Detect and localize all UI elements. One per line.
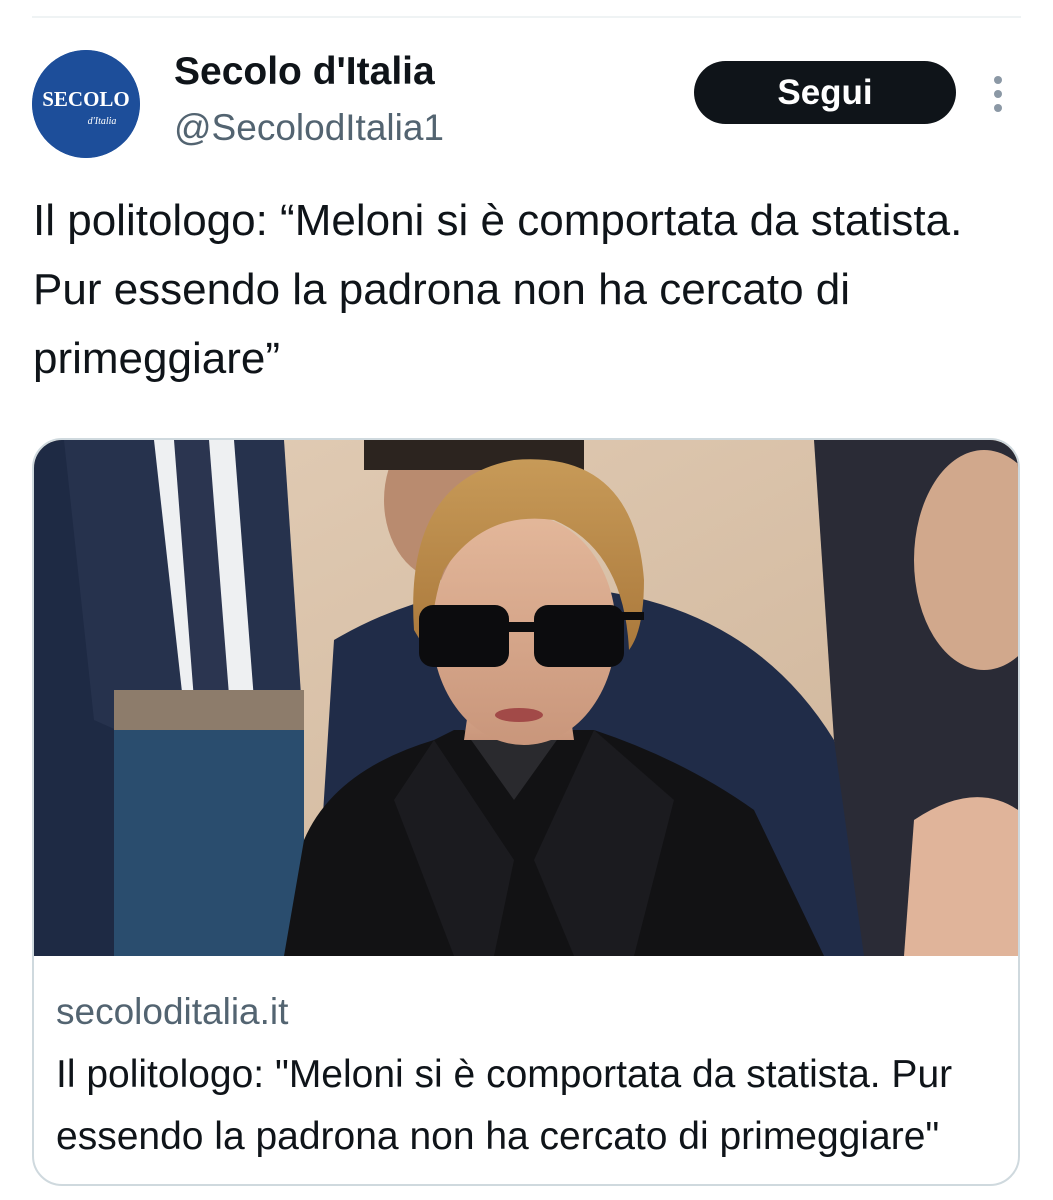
svg-text:SECOLO: SECOLO	[42, 87, 130, 111]
avatar[interactable]: SECOLO d'Italia	[32, 50, 140, 158]
secolo-logo: SECOLO d'Italia	[32, 50, 140, 158]
tweet-view: SECOLO d'Italia Secolo d'Italia @Secolod…	[0, 0, 1053, 1200]
follow-button[interactable]: Segui	[694, 61, 956, 124]
news-photo	[34, 440, 1018, 956]
card-body: secoloditalia.it Il politologo: "Meloni …	[56, 988, 996, 1168]
author-info: Secolo d'Italia @SecolodItalia1	[174, 46, 444, 154]
svg-text:d'Italia: d'Italia	[88, 116, 117, 127]
tweet-text: Il politologo: “Meloni si è comportata d…	[33, 196, 963, 383]
card-title: Il politologo: "Meloni si è comportata d…	[56, 1053, 953, 1158]
link-card[interactable]: secoloditalia.it Il politologo: "Meloni …	[32, 438, 1020, 1186]
author-name[interactable]: Secolo d'Italia	[174, 46, 444, 98]
card-domain: secoloditalia.it	[56, 991, 289, 1032]
divider	[32, 16, 1021, 18]
card-image[interactable]	[34, 440, 1018, 956]
more-options-button[interactable]	[980, 72, 1016, 116]
more-vertical-icon	[994, 76, 1002, 112]
author-handle[interactable]: @SecolodItalia1	[174, 102, 444, 154]
